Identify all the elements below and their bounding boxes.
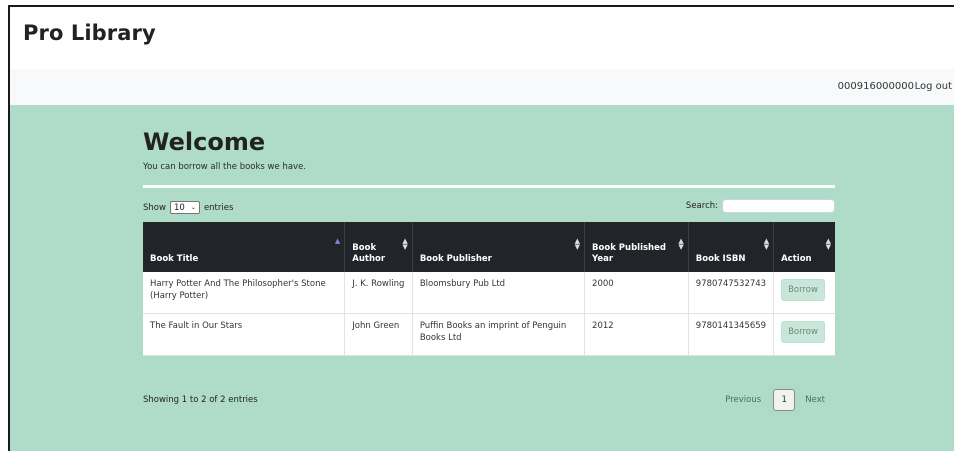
brand-title: Pro Library <box>23 21 156 45</box>
sort-icon: ▲ ▼ <box>678 237 684 251</box>
pagination-next[interactable]: Next <box>805 395 825 405</box>
search-input[interactable] <box>722 199 835 213</box>
user-id-label: 000916000000 <box>837 81 914 92</box>
table-row: The Fault in Our Stars John Green Puffin… <box>143 313 835 356</box>
column-header-book-title[interactable]: Book Title ▲ <box>143 222 346 272</box>
column-header-action[interactable]: Action ▲ ▼ <box>773 222 835 272</box>
pagination: Previous 1 Next <box>725 389 825 411</box>
sort-icon: ▲ ▼ <box>825 237 831 251</box>
cell-book-title: The Fault in Our Stars <box>143 313 346 356</box>
logout-link[interactable]: Log out <box>915 81 952 92</box>
books-table: Book Title ▲ Book Author ▲ ▼ Book Publish… <box>143 222 835 356</box>
cell-book-author: John Green <box>344 313 413 356</box>
cell-book-year: 2000 <box>584 272 689 314</box>
cell-book-isbn: 9780141345659 <box>688 313 775 356</box>
cell-action: Borrow <box>773 272 835 314</box>
page-title: Welcome <box>143 128 266 156</box>
column-header-book-isbn[interactable]: Book ISBN ▲ ▼ <box>688 222 775 272</box>
table-controls: Show 10 ⌄ entries Search: <box>143 199 835 217</box>
table-header-row: Book Title ▲ Book Author ▲ ▼ Book Publish… <box>143 222 835 272</box>
column-header-label: Book Title <box>150 254 199 264</box>
main-area: Welcome You can borrow all the books we … <box>10 105 954 451</box>
cell-book-title: Harry Potter And The Philosopher's Stone… <box>143 272 346 314</box>
sort-icon: ▲ ▼ <box>763 237 770 251</box>
sort-icon: ▲ ▼ <box>574 237 581 251</box>
borrow-button[interactable]: Borrow <box>781 279 825 301</box>
divider <box>143 185 835 188</box>
cell-book-year: 2012 <box>584 313 689 356</box>
sort-icon: ▲ ▼ <box>402 237 408 251</box>
entries-label: entries <box>203 202 234 213</box>
table-info: Showing 1 to 2 of 2 entries <box>143 395 258 405</box>
sort-ascending-icon: ▲ <box>334 237 341 245</box>
column-header-label: Action <box>781 254 812 264</box>
entries-select[interactable]: 10 ⌄ <box>169 201 200 214</box>
column-header-label: Book Publisher <box>419 254 492 264</box>
borrow-button[interactable]: Borrow <box>781 321 825 343</box>
pagination-previous[interactable]: Previous <box>725 395 761 405</box>
show-label: Show <box>143 202 166 213</box>
cell-action: Borrow <box>773 313 835 356</box>
search-control: Search: <box>686 199 835 213</box>
content-panel: Welcome You can borrow all the books we … <box>143 127 835 411</box>
column-header-label: Book Published Year <box>592 243 666 264</box>
entries-select-value: 10 <box>173 202 185 213</box>
column-header-label: Book ISBN <box>695 254 746 264</box>
column-header-label: Book Author <box>352 243 386 264</box>
entries-length-control: Show 10 ⌄ entries <box>143 201 233 214</box>
page-subtitle: You can borrow all the books we have. <box>143 162 307 172</box>
cell-book-isbn: 9780747532743 <box>688 272 775 314</box>
top-navbar: 000916000000 Log out <box>10 69 954 105</box>
search-label: Search: <box>685 201 718 211</box>
cell-book-publisher: Bloomsbury Pub Ltd <box>412 272 586 314</box>
cell-book-author: J. K. Rowling <box>344 272 413 314</box>
column-header-book-published-year[interactable]: Book Published Year ▲ ▼ <box>584 222 689 272</box>
cell-book-publisher: Puffin Books an imprint of Penguin Books… <box>412 313 586 356</box>
table-row: Harry Potter And The Philosopher's Stone… <box>143 272 835 314</box>
column-header-book-author[interactable]: Book Author ▲ ▼ <box>344 222 413 272</box>
column-header-book-publisher[interactable]: Book Publisher ▲ ▼ <box>412 222 586 272</box>
app-window: Pro Library 000916000000 Log out Welcome… <box>8 5 954 451</box>
chevron-down-icon: ⌄ <box>190 204 196 211</box>
pagination-page-1[interactable]: 1 <box>773 389 796 411</box>
